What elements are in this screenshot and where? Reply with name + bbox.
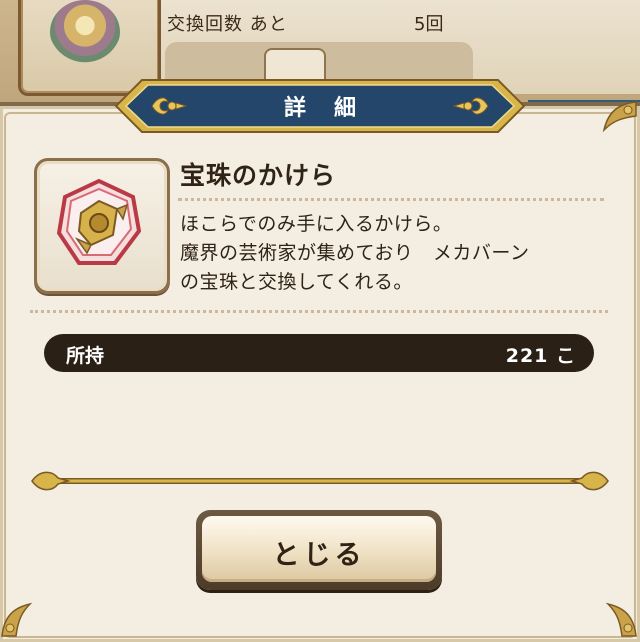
item-description: ほこらでのみ手に入るかけら。魔界の芸術家が集めており メカバーン の宝珠と交換して… — [180, 210, 620, 297]
corner-ornament-icon — [1, 602, 33, 637]
item-name: 宝珠のかけら — [180, 161, 337, 190]
close-button-label: とじる — [272, 540, 366, 571]
description-line: の宝珠と交換してくれる。 — [180, 271, 413, 293]
dialog-title: 詳細 — [283, 96, 384, 121]
exchange-remaining-label: 交換回数 あと — [167, 14, 288, 35]
description-line: 魔界の芸術家が集めており メカバーン — [180, 242, 530, 264]
title-banner: 詳細 — [112, 76, 528, 136]
exchange-remaining-count: 5回 — [414, 14, 444, 35]
item-icon-frame — [34, 158, 170, 294]
close-button-face[interactable]: とじる — [202, 516, 436, 582]
possession-label: 所持 — [66, 345, 105, 367]
description-line: ほこらでのみ手に入るかけら。 — [180, 213, 453, 235]
description-divider — [30, 310, 608, 313]
orb-shard-icon — [57, 179, 141, 265]
possession-bar: 所持 221 こ — [44, 334, 594, 372]
corner-ornament-icon — [605, 602, 637, 637]
corner-ornament-icon — [602, 101, 637, 133]
possession-value: 221 こ — [505, 345, 576, 367]
ornate-divider — [31, 471, 609, 491]
close-button[interactable]: とじる — [196, 510, 442, 590]
name-divider — [178, 198, 604, 201]
medal-icon — [50, 0, 120, 64]
